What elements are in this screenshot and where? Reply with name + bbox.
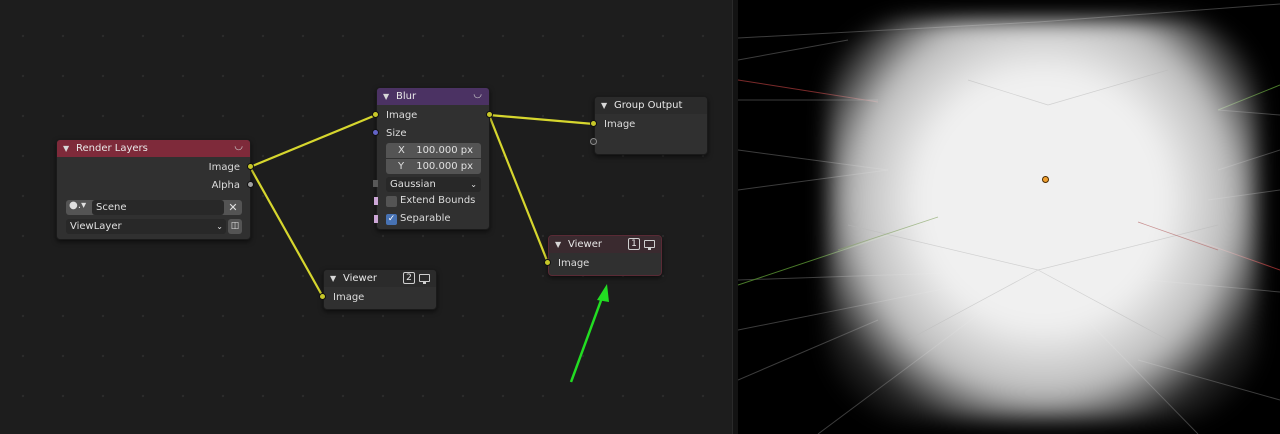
filter-type-value: Gaussian	[390, 179, 436, 190]
separable-socket[interactable]	[374, 215, 378, 223]
viewer-2-header[interactable]: ▼ Viewer 2	[324, 270, 436, 287]
link-blur-to-viewer-1	[487, 114, 550, 264]
preview-toggle-icon[interactable]: ◡	[473, 89, 482, 100]
extend-bounds-socket[interactable]	[374, 197, 378, 205]
3d-viewport[interactable]	[738, 0, 1280, 434]
render-layers-node[interactable]: ▼ Render Layers ◡ Image Alpha ●․▾ Scene …	[56, 139, 251, 240]
size-x-label: X	[398, 145, 405, 156]
blur-node[interactable]: ▼ Blur ◡ Image Size X 100.000 px Y 100.0…	[376, 87, 490, 230]
group-output-empty-socket[interactable]	[590, 138, 597, 145]
preview-toggle-icon[interactable]: ◡	[234, 141, 243, 152]
input-label-size: Size	[386, 128, 407, 139]
chevron-down-icon[interactable]: ▼	[330, 274, 340, 283]
input-label-image: Image	[386, 110, 418, 121]
viewer-1-node[interactable]: ▼ Viewer 1 Image	[548, 235, 662, 276]
input-label-image: Image	[604, 119, 636, 130]
view-layer-selector[interactable]: ViewLayer ⌄	[66, 219, 226, 234]
viewer-index-badge: 2	[403, 272, 415, 284]
node-title: Group Output	[614, 100, 683, 111]
separable-checkbox[interactable]: ✓	[386, 214, 397, 225]
link-blur-to-group-output	[488, 113, 595, 126]
output-label-alpha: Alpha	[211, 180, 240, 191]
scene-selector[interactable]: ●․▾ Scene ✕	[66, 200, 242, 215]
size-y-label: Y	[398, 161, 405, 172]
input-label-image: Image	[558, 258, 590, 269]
blur-header[interactable]: ▼ Blur ◡	[377, 88, 489, 105]
group-output-header[interactable]: ▼ Group Output	[595, 97, 707, 114]
object-origin-dot[interactable]	[1042, 176, 1049, 183]
monitor-icon[interactable]	[419, 274, 430, 284]
node-title: Render Layers	[76, 143, 148, 154]
scene-name: Scene	[96, 202, 127, 213]
chevron-down-icon[interactable]: ▼	[601, 101, 611, 110]
scene-name-field[interactable]: Scene	[92, 200, 224, 215]
render-image-output-socket[interactable]	[247, 163, 254, 170]
viewer-2-node[interactable]: ▼ Viewer 2 Image	[323, 269, 437, 310]
new-layer-icon[interactable]: ◫	[228, 219, 242, 234]
output-label-image: Image	[208, 162, 240, 173]
node-title: Viewer	[343, 273, 377, 284]
blur-size-input-socket[interactable]	[372, 129, 379, 136]
link-render-to-blur	[249, 113, 377, 169]
chevron-down-icon: ⌄	[470, 180, 477, 189]
render-layers-header[interactable]: ▼ Render Layers ◡	[57, 140, 250, 157]
viewer-2-image-socket[interactable]	[319, 293, 326, 300]
blur-image-input-socket[interactable]	[372, 111, 379, 118]
close-icon[interactable]: ✕	[226, 200, 240, 215]
chevron-down-icon[interactable]: ▼	[555, 240, 565, 249]
node-title: Viewer	[568, 239, 602, 250]
node-title: Blur	[396, 91, 417, 102]
render-alpha-output-socket[interactable]	[247, 181, 254, 188]
size-y-field[interactable]: Y 100.000 px	[386, 159, 481, 174]
chevron-down-icon[interactable]: ▼	[63, 144, 73, 153]
filter-type-dropdown[interactable]: Gaussian ⌄	[386, 177, 481, 192]
blur-image-output-socket[interactable]	[486, 111, 493, 118]
scene-data-icon[interactable]: ●․▾	[69, 200, 86, 211]
view-layer-name: ViewLayer	[70, 221, 122, 232]
compositor-node-editor[interactable]: ▼ Render Layers ◡ Image Alpha ●․▾ Scene …	[0, 0, 732, 434]
separable-label: Separable	[400, 213, 451, 224]
viewer-1-image-socket[interactable]	[544, 259, 551, 266]
size-x-value: 100.000 px	[416, 145, 473, 156]
size-x-field[interactable]: X 100.000 px	[386, 143, 481, 158]
extend-bounds-checkbox[interactable]	[386, 196, 397, 207]
viewer-1-header[interactable]: ▼ Viewer 1	[549, 236, 661, 253]
viewer-index-badge: 1	[628, 238, 640, 250]
input-label-image: Image	[333, 292, 365, 303]
extend-bounds-label: Extend Bounds	[400, 195, 476, 206]
chevron-down-icon: ⌄	[216, 222, 223, 231]
group-output-image-socket[interactable]	[590, 120, 597, 127]
filter-type-socket[interactable]	[373, 180, 378, 187]
overlay-grid	[837, 69, 1219, 341]
annotation-arrow	[569, 284, 609, 383]
chevron-down-icon[interactable]: ▼	[383, 92, 393, 101]
monitor-icon[interactable]	[644, 240, 655, 250]
link-render-to-viewer-2	[249, 166, 324, 298]
size-y-value: 100.000 px	[416, 161, 473, 172]
group-output-node[interactable]: ▼ Group Output Image	[594, 96, 708, 155]
